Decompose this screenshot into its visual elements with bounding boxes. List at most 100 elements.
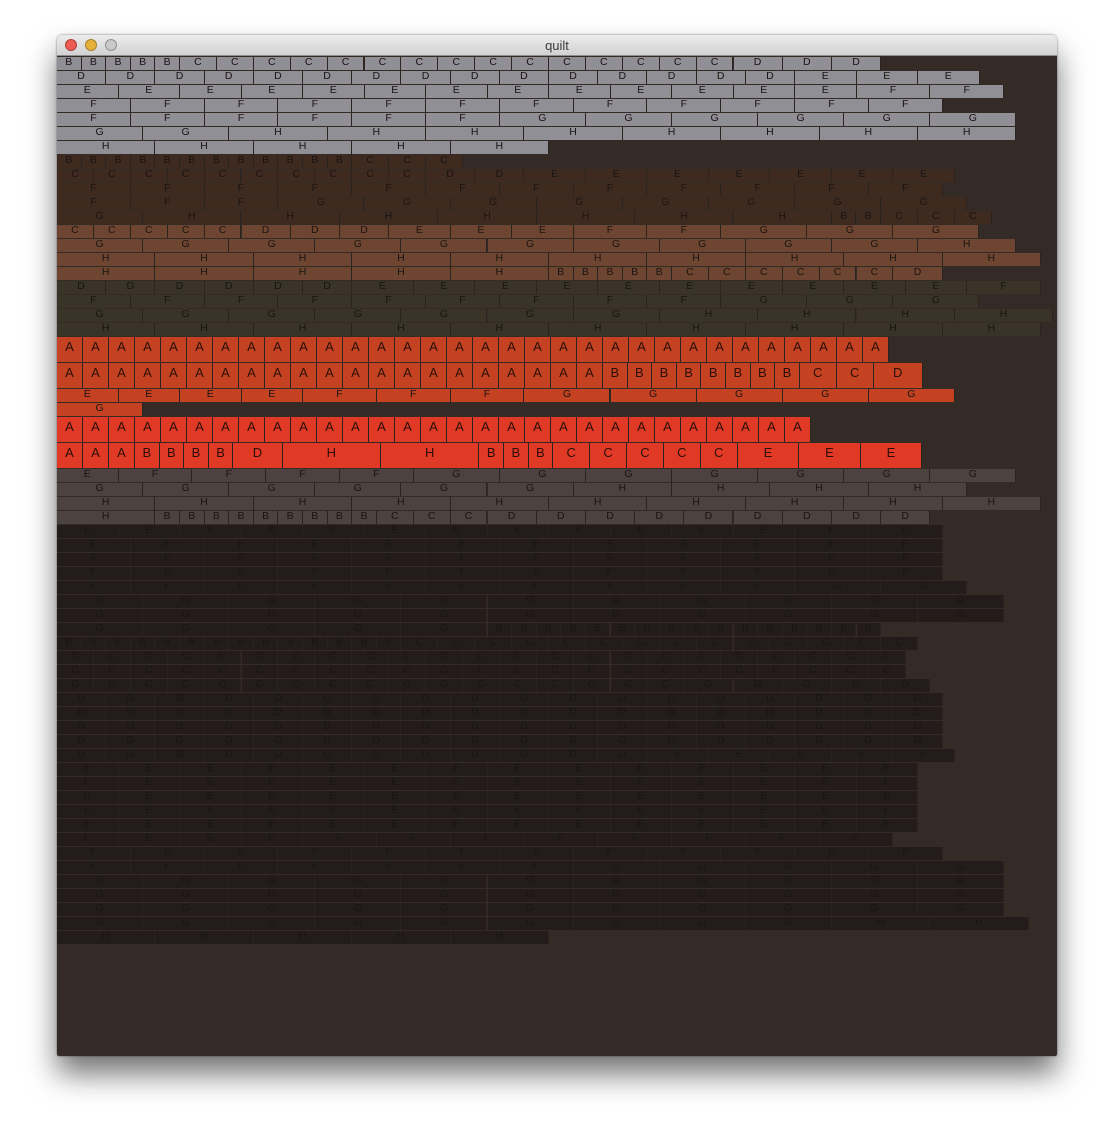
quilt-tile: C	[918, 211, 955, 224]
quilt-tile: D	[450, 71, 500, 84]
quilt-tile: B	[180, 637, 205, 650]
quilt-tile: B	[652, 363, 677, 388]
quilt-tile: G	[499, 469, 586, 482]
quilt-tile: E	[450, 225, 513, 238]
quilt-tile: A	[109, 363, 135, 388]
quilt-tile: D	[585, 511, 636, 524]
quilt-tile: C	[536, 665, 574, 678]
quilt-tile: H	[352, 267, 451, 280]
quilt-tile: D	[881, 511, 931, 524]
quilt-tile: F	[278, 567, 353, 580]
quilt-tile: F	[130, 553, 205, 566]
quilt-tile: E	[118, 805, 180, 818]
quilt-tile: D	[57, 721, 107, 734]
quilt-tile: F	[795, 553, 869, 566]
quilt-tile: E	[241, 763, 303, 776]
quilt-tile: G	[315, 239, 402, 252]
quilt-tile: E	[118, 819, 180, 832]
quilt-tile: E	[610, 819, 672, 832]
quilt-tile: H	[155, 497, 254, 510]
quilt-tile: F	[868, 183, 943, 196]
quilt-tile: D	[733, 679, 783, 692]
quilt-tile: C	[868, 665, 906, 678]
quilt-tile: A	[187, 417, 213, 442]
quilt-tile: D	[401, 749, 451, 762]
quilt-tile: B	[327, 155, 353, 168]
quilt-tile: C	[278, 665, 316, 678]
quilt-tile: E	[303, 819, 365, 832]
quilt-tile: A	[369, 417, 395, 442]
quilt-tile: G	[745, 889, 832, 902]
quilt-tile: D	[106, 71, 156, 84]
quilt-tile: E	[708, 749, 771, 762]
quilt-tile: H	[942, 323, 1041, 336]
quilt-tile: G	[745, 917, 832, 930]
quilt-tile: C	[241, 169, 279, 182]
quilt-tile: E	[856, 805, 918, 818]
quilt-tile: E	[782, 281, 845, 294]
quilt-tile: F	[573, 99, 648, 112]
quilt-tile: B	[204, 511, 230, 524]
quilt-tile: A	[863, 337, 889, 362]
quilt-tile: B	[253, 155, 279, 168]
quilt-tile: F	[204, 581, 279, 594]
quilt-tile: F	[352, 113, 426, 126]
quilt-tile: E	[364, 525, 426, 538]
quilt-tile: F	[278, 581, 353, 594]
quilt-tile: H	[450, 141, 549, 154]
quilt-tile: H	[844, 323, 943, 336]
quilt-tile: F	[868, 539, 943, 552]
quilt-tile: B	[155, 57, 180, 70]
quilt-tile: D	[352, 735, 402, 748]
quilt-tile: G	[278, 197, 365, 210]
quilt-tile: C	[315, 169, 353, 182]
quilt-tile: E	[549, 791, 611, 804]
quilt-tile: E	[733, 777, 795, 790]
quilt-tile: E	[610, 525, 672, 538]
quilt-tile: G	[487, 595, 574, 608]
quilt-tile: G	[57, 309, 144, 322]
quilt-tile: F	[352, 295, 426, 308]
quilt-tile: A	[395, 363, 421, 388]
quilt-tile: D	[795, 721, 845, 734]
quilt-tile: H	[57, 511, 156, 524]
quilt-tile: G	[930, 113, 1017, 126]
quilt-tile: H	[155, 267, 254, 280]
quilt-tile: G	[610, 389, 697, 402]
quilt-tile: B	[585, 623, 611, 636]
quilt-tile: E	[180, 791, 242, 804]
quilt-tile: E	[831, 749, 894, 762]
title-bar[interactable]: quilt	[57, 35, 1057, 56]
quilt-tile: A	[577, 417, 603, 442]
quilt-tile: D	[204, 707, 254, 720]
quilt-tile: F	[278, 539, 353, 552]
quilt-tile: D	[57, 749, 107, 762]
quilt-tile: B	[57, 57, 82, 70]
quilt-tile: B	[106, 57, 131, 70]
quilt-tile: A	[499, 363, 525, 388]
quilt-tile: E	[795, 71, 857, 84]
quilt-tile: E	[57, 805, 119, 818]
quilt-tile: E	[413, 281, 476, 294]
quilt-tile: C	[401, 637, 439, 650]
quilt-tile: C	[327, 57, 365, 70]
quilt-tile: E	[585, 169, 648, 182]
quilt-tile: F	[672, 833, 746, 846]
quilt-tile: D	[684, 679, 734, 692]
quilt-tile: C	[536, 679, 574, 692]
quilt-tile: E	[733, 525, 795, 538]
quilt-tile: B	[782, 623, 808, 636]
quilt-tile: E	[118, 833, 180, 846]
quilt-tile: E	[610, 85, 672, 98]
quilt-tile: C	[647, 679, 685, 692]
quilt-tile: D	[549, 707, 599, 720]
quilt-tile: G	[573, 239, 660, 252]
quilt-tile: C	[758, 651, 795, 664]
quilt-tile: C	[278, 679, 316, 692]
quilt-tile: G	[143, 309, 230, 322]
quilt-tile: E	[610, 791, 672, 804]
quilt-tile: D	[106, 693, 156, 706]
quilt-tile: G	[745, 239, 832, 252]
quilt-tile: D	[155, 693, 205, 706]
quilt-tile: H	[352, 253, 451, 266]
